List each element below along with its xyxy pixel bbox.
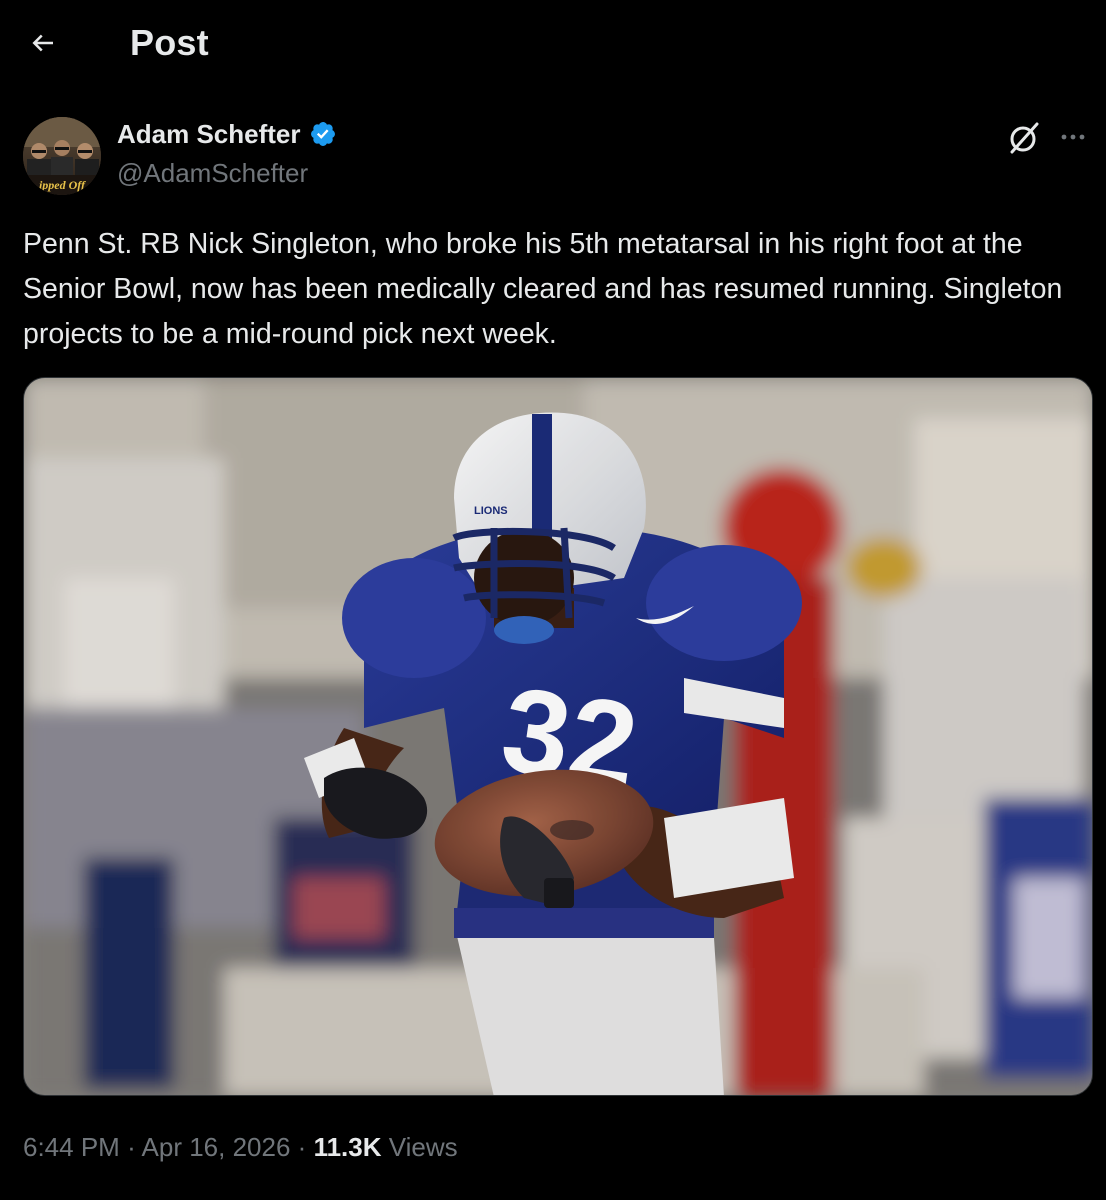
back-button[interactable] — [22, 22, 64, 64]
more-button[interactable] — [1055, 118, 1091, 154]
avatar[interactable]: ipped Off — [23, 117, 101, 195]
football-player-photo: 32 LIONS — [24, 378, 1092, 1095]
post-meta: 6:44 PM · Apr 16, 2026 · 11.3K Views — [23, 1130, 458, 1164]
arrow-left-icon — [32, 34, 53, 52]
grok-button[interactable] — [1004, 118, 1044, 158]
post-image[interactable]: 32 LIONS — [23, 377, 1093, 1096]
meta-separator: · — [297, 1132, 307, 1162]
page-title: Post — [130, 22, 209, 63]
post-text: Penn St. RB Nick Singleton, who broke hi… — [23, 228, 1063, 350]
post-date[interactable]: Apr 16, 2026 — [142, 1132, 291, 1162]
views-label: Views — [388, 1132, 458, 1162]
author-name-row[interactable]: Adam Schefter — [117, 118, 337, 150]
avatar-logo-text: ipped Off — [39, 178, 86, 192]
views-count[interactable]: 11.3K — [314, 1132, 382, 1162]
post-time[interactable]: 6:44 PM — [23, 1132, 120, 1162]
meta-separator: · — [127, 1132, 136, 1162]
grok-icon — [1010, 122, 1039, 154]
more-horizontal-icon — [1061, 134, 1085, 140]
verified-badge-icon — [310, 122, 335, 146]
author-name[interactable]: Adam Schefter — [117, 118, 301, 150]
author-handle[interactable]: @AdamSchefter — [117, 157, 308, 189]
top-bar: Post — [0, 0, 1106, 86]
avatar-image: ipped Off — [23, 117, 101, 195]
